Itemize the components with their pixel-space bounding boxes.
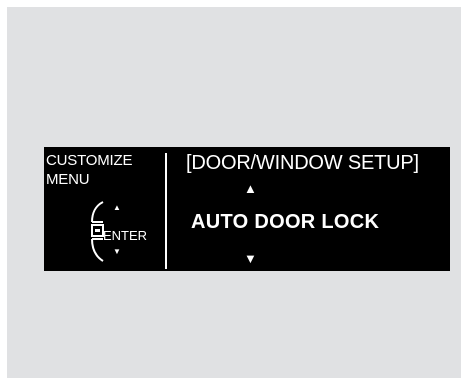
down-arrow-icon: ▼ xyxy=(244,251,257,266)
divider xyxy=(165,153,167,269)
display-screen: CUSTOMIZE MENU ▲ ENTER ▼ [DOOR/WINDOW SE… xyxy=(44,147,450,271)
selected-option[interactable]: AUTO DOOR LOCK xyxy=(191,210,379,234)
customize-label-line2: MENU xyxy=(46,171,90,188)
customize-menu-label: CUSTOMIZE MENU xyxy=(46,151,132,189)
illustration-panel: CUSTOMIZE MENU ▲ ENTER ▼ [DOOR/WINDOW SE… xyxy=(7,7,461,378)
customize-label-line1: CUSTOMIZE xyxy=(46,152,133,169)
setup-title: [DOOR/WINDOW SETUP] xyxy=(186,152,419,174)
knob-down-arrow-icon: ▼ xyxy=(113,247,121,256)
knob-up-arrow-icon: ▲ xyxy=(113,203,121,212)
up-arrow-icon: ▲ xyxy=(244,181,257,196)
enter-label: ENTER xyxy=(103,228,148,243)
